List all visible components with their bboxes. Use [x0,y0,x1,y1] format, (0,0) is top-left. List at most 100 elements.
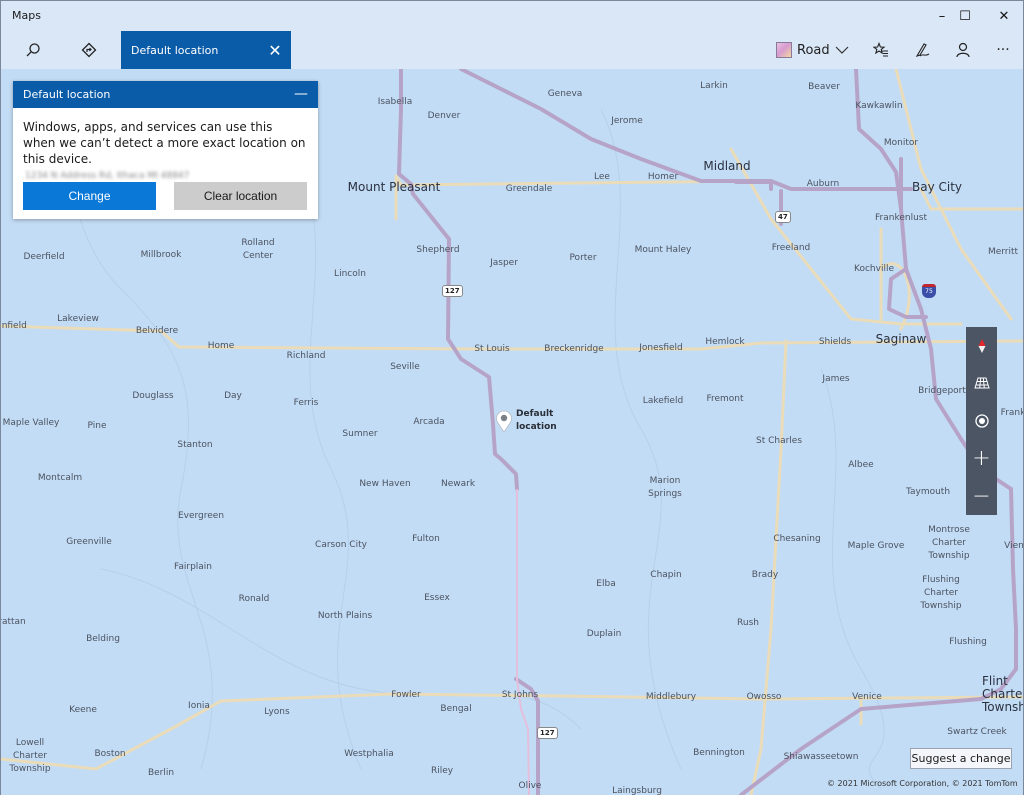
close-button[interactable]: ✕ [981,1,1024,31]
search-button[interactable] [13,31,53,69]
place-label: St Johns [501,690,539,700]
place-label: James [822,374,850,384]
more-icon: ··· [996,42,1010,58]
chevron-down-icon [835,46,849,54]
place-label: Olive [518,781,542,791]
place-label: Richland [286,351,326,361]
location-pin-icon[interactable] [495,409,513,433]
place-label: Keene [69,705,97,715]
minimize-icon: — [294,86,308,102]
place-label: St Charles [755,436,803,446]
place-label: Bridgeport [918,386,966,396]
place-label: Fowler [391,690,421,700]
road-m57-owosso-n [749,339,788,795]
clear-location-button[interactable]: Clear location [174,182,307,210]
tab-default-location[interactable]: Default location ✕ [121,31,291,69]
panel-description: Windows, apps, and services can use this… [23,120,306,166]
place-label: Shepherd [416,245,460,255]
maps-window: Maps – ☐ ✕ Default location ✕ Road ··· I… [0,0,1024,795]
place-label: Porter [569,253,597,263]
directions-button[interactable] [69,31,109,69]
place-label: Flushing [949,637,987,647]
close-icon: ✕ [998,8,1010,24]
place-label: Duplain [586,629,622,639]
place-label: Lowell Charter Township [9,738,51,774]
m47-shield: 47 [775,211,791,223]
place-label: Beaver [808,82,840,92]
place-label: Lee [594,172,610,182]
place-label: Fairplain [174,562,212,572]
place-label: rattan [1,617,26,627]
place-label: Taymouth [905,487,951,497]
maximize-icon: ☐ [959,8,971,24]
place-label: Ionia [188,701,210,711]
favorites-icon [873,42,888,57]
place-label: New Haven [359,479,411,489]
zoom-in-button[interactable]: + [966,440,997,478]
map-controls: + − [966,327,997,515]
place-label: Douglass [132,391,174,401]
change-button[interactable]: Change [23,182,156,210]
place-label: Lyons [264,707,290,717]
zoom-out-button[interactable]: − [966,477,997,515]
place-label: Home [207,341,235,351]
favorites-button[interactable] [861,31,901,69]
place-label: Lakeview [57,314,99,324]
app-title: Maps [12,9,41,22]
compass-button[interactable] [966,327,997,365]
place-label: Deerfield [23,252,65,262]
place-label: St Louis [474,344,510,354]
place-label: Rolland Center [241,238,275,261]
place-label: Maple Grove [847,541,905,551]
place-label: Fulton [412,534,440,544]
place-label: Lakefield [642,396,684,406]
place-label: Laingsburg [612,786,662,795]
place-label: Berlin [147,768,175,778]
panel-title: Default location [23,88,111,101]
place-label: Rush [737,618,759,628]
place-label: Vien [1004,541,1023,551]
place-label: Greendale [505,184,553,194]
highway-us10 [459,69,913,191]
close-icon: ✕ [268,40,282,60]
place-label: Flushing Charter Township [920,575,962,611]
pin-label-line1: Default [516,409,554,419]
copyright-text: © 2021 Microsoft Corporation, © 2021 Tom… [827,779,1018,788]
place-label: Homer [647,172,679,182]
directions-icon [81,42,97,58]
place-label: Bengal [440,704,472,714]
place-label: Bay City [911,180,963,194]
account-button[interactable] [943,31,983,69]
place-label: Mount Haley [634,245,692,255]
place-label: Fremont [706,394,744,404]
place-label: infield [1,321,27,331]
panel-header: Default location — [13,81,318,108]
place-label: Auburn [806,179,840,189]
toolbar: Default location ✕ Road ··· [1,31,1023,69]
place-label: Seville [390,362,420,372]
tilt-button[interactable] [966,365,997,403]
more-button[interactable]: ··· [983,31,1023,69]
place-label: Flint Charter Township [982,674,1023,714]
place-label: Essex [424,593,450,603]
place-label: Jasper [490,258,518,268]
road-map-icon [776,42,792,58]
default-address: 1234 N Address Rd, Ithaca MI 48847 [25,171,190,181]
place-label: Arcada [413,417,445,427]
place-label: Boston [94,749,126,759]
suggest-a-change-button[interactable]: Suggest a change [910,748,1012,769]
map-style-label: Road [797,42,830,58]
place-label: Jerome [611,116,643,126]
place-label: Midland [703,159,751,173]
panel-minimize-button[interactable]: — [292,85,310,103]
locate-me-button[interactable] [966,402,997,440]
us127-shield: 127 [442,285,463,297]
place-label: Shields [818,337,852,347]
map-style-dropdown[interactable]: Road [776,31,849,69]
title-bar: Maps – ☐ ✕ [1,1,1023,31]
search-icon [26,43,40,57]
place-label: Denver [427,111,461,121]
tab-close-button[interactable]: ✕ [265,40,285,60]
place-label: Montcalm [37,473,83,483]
ink-button[interactable] [902,31,942,69]
